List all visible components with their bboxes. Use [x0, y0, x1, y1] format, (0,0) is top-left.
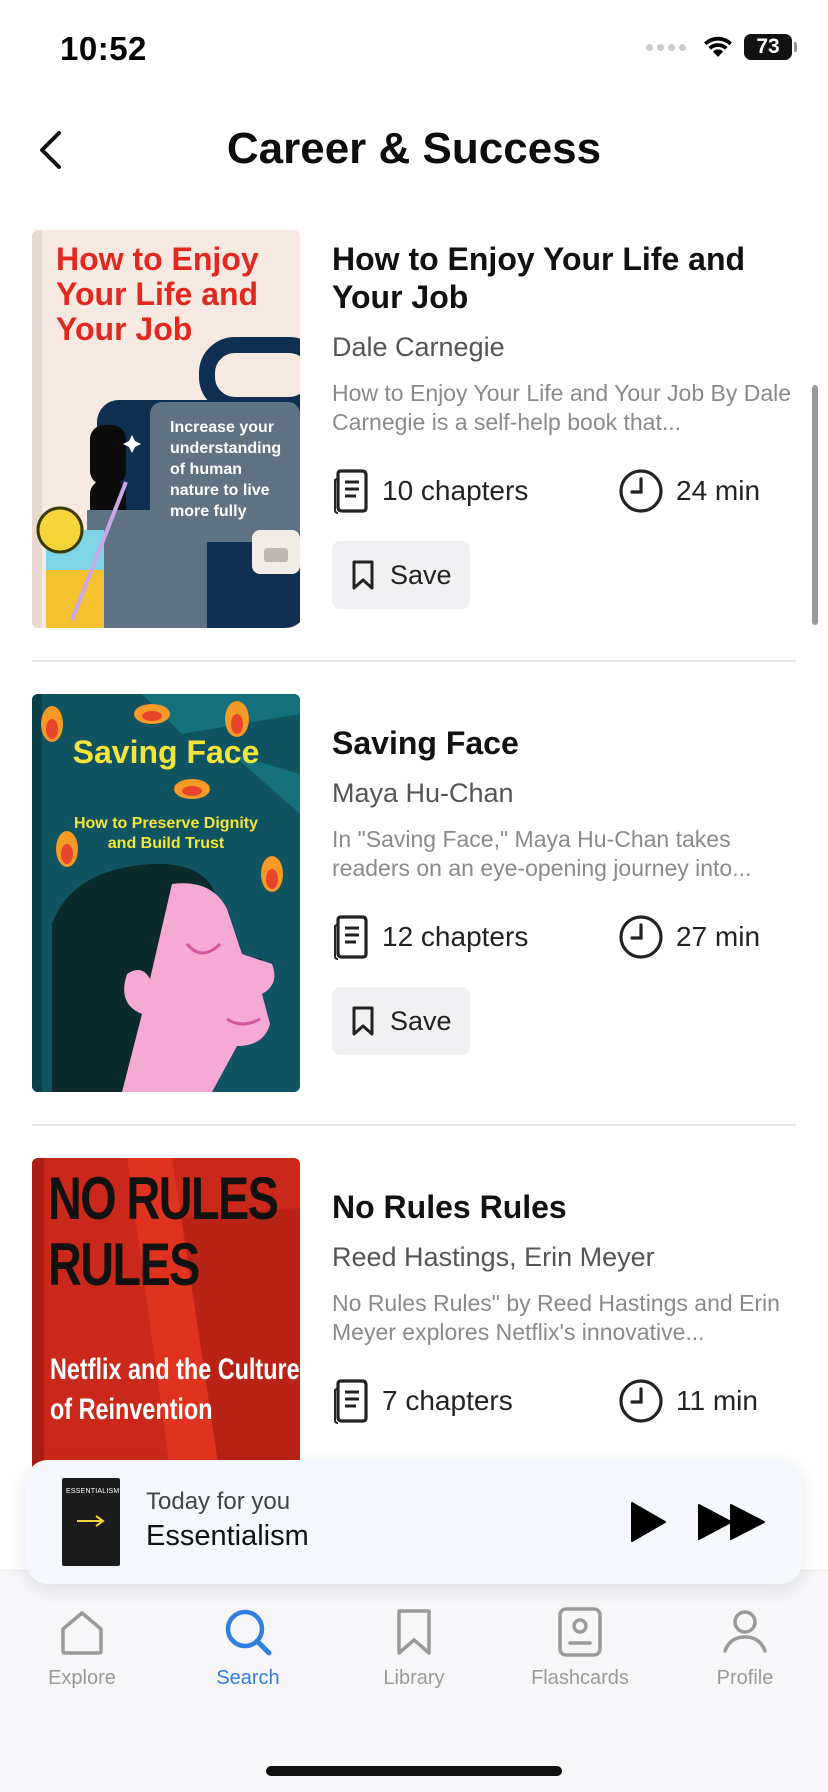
duration: 27 min [618, 914, 760, 960]
bookmark-icon [352, 560, 374, 590]
cover-title: NO RULES RULES [48, 1165, 279, 1298]
cellular-signal-icon [646, 43, 686, 51]
home-indicator [266, 1766, 562, 1776]
mini-cover-title: ESSENTIALISM [66, 1488, 120, 1495]
wifi-icon [704, 36, 732, 57]
chapters-icon [334, 915, 368, 960]
fast-forward-button[interactable] [696, 1498, 768, 1546]
tab-profile[interactable]: Profile [675, 1607, 815, 1717]
cover-title: How to Enjoy Your Life and Your Job [56, 241, 259, 347]
tab-search[interactable]: Search [178, 1607, 318, 1717]
flashcard-icon [558, 1607, 602, 1657]
status-icons: 73 [646, 34, 797, 60]
clock-icon [619, 1379, 663, 1423]
book-info: How to Enjoy Your Life and Your Job Dale… [332, 240, 796, 609]
bookmark-icon [352, 1006, 374, 1036]
tab-explore[interactable]: Explore [12, 1607, 152, 1717]
play-icon [631, 1502, 666, 1542]
play-button[interactable] [624, 1498, 672, 1546]
profile-icon [723, 1610, 767, 1653]
status-time: 10:52 [60, 30, 147, 67]
book-title[interactable]: No Rules Rules [332, 1188, 796, 1226]
book-title[interactable]: Saving Face [332, 724, 796, 762]
book-author: Dale Carnegie [332, 332, 505, 362]
book-description: In "Saving Face," Maya Hu-Chan takes rea… [332, 826, 752, 881]
header: Career & Success [0, 110, 828, 190]
book-meta: 12 chapters 27 min [332, 913, 796, 961]
clock-icon [619, 915, 663, 959]
duration: 24 min [618, 468, 760, 514]
book-info: Saving Face Maya Hu-Chan In "Saving Face… [332, 724, 796, 1055]
mini-player-cover: ESSENTIALISM [62, 1478, 120, 1566]
tab-library[interactable]: Library [344, 1607, 484, 1717]
cover-subtitle: How to Preserve Dignity and Build Trust [73, 815, 259, 852]
clock-icon [619, 469, 663, 513]
divider [32, 1124, 796, 1126]
book-info: No Rules Rules Reed Hastings, Erin Meyer… [332, 1188, 796, 1425]
chapters-icon [334, 1379, 368, 1424]
mini-player-subtitle: Today for you [146, 1488, 291, 1515]
cover-tagline: Increase your understanding of human nat… [170, 419, 282, 520]
tab-bar: Explore Search Library Flashcards Profil… [0, 1570, 828, 1792]
fast-forward-icon [698, 1504, 765, 1540]
book-description: How to Enjoy Your Life and Your Job By D… [332, 380, 792, 435]
home-icon [61, 1611, 103, 1655]
book-description: No Rules Rules" by Reed Hastings and Eri… [332, 1290, 780, 1345]
mini-player[interactable]: ESSENTIALISM Today for you Essentialism [26, 1460, 802, 1584]
chapters-count: 10 chapters [332, 468, 618, 514]
book-author: Maya Hu-Chan [332, 778, 514, 808]
mini-player-title: Essentialism [146, 1520, 309, 1552]
status-bar: 10:52 73 [0, 0, 828, 100]
book-meta: 10 chapters 24 min [332, 467, 796, 515]
book-row[interactable]: How to Enjoy Your Life and Your Job Incr… [32, 230, 796, 630]
book-row[interactable]: Saving Face How to Preserve Dignity and … [32, 694, 796, 1094]
save-button[interactable]: Save [332, 987, 470, 1055]
duration: 11 min [618, 1378, 758, 1424]
bookmark-icon [397, 1609, 431, 1655]
scrollbar[interactable] [812, 385, 818, 625]
save-button[interactable]: Save [332, 541, 470, 609]
book-author: Reed Hastings, Erin Meyer [332, 1242, 655, 1272]
cover-subtitle: Netflix and the Culture of Reinvention [50, 1353, 300, 1426]
book-cover[interactable]: Saving Face How to Preserve Dignity and … [32, 694, 300, 1092]
arrow-right-icon [77, 1515, 105, 1527]
book-title[interactable]: How to Enjoy Your Life and Your Job [332, 240, 796, 316]
page-title: Career & Success [226, 124, 602, 173]
book-meta: 7 chapters 11 min [332, 1377, 796, 1425]
chapters-count: 12 chapters [332, 914, 618, 960]
battery-indicator: 73 [744, 34, 797, 60]
chapters-count: 7 chapters [332, 1378, 618, 1424]
chapters-icon [334, 469, 368, 514]
cover-title: Saving Face [72, 734, 260, 770]
tab-flashcards[interactable]: Flashcards [510, 1607, 650, 1717]
divider [32, 660, 796, 662]
book-cover[interactable]: How to Enjoy Your Life and Your Job Incr… [32, 230, 300, 628]
search-icon [225, 1609, 272, 1656]
